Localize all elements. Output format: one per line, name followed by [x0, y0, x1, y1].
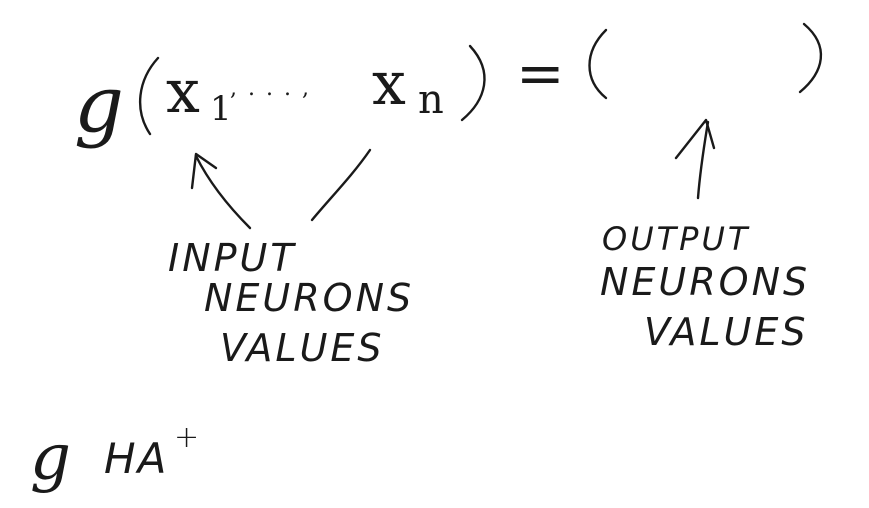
input-label-line2: NEURONS — [204, 276, 415, 320]
whiteboard-canvas: g x 1 , . . . , x n = INPUT NEURONS VALU… — [0, 0, 869, 508]
output-tuple-left-paren — [588, 28, 608, 100]
input-label-line1: INPUT — [168, 236, 297, 280]
output-label-line1: OUTPUT — [602, 220, 751, 258]
formula-right-paren — [460, 44, 486, 122]
input-arrow-right-shaft — [310, 148, 372, 222]
output-label-line2: NEURONS — [600, 260, 811, 304]
input-label-line3: VALUES — [220, 326, 385, 370]
output-tuple-right-paren — [798, 22, 822, 94]
output-label-line3: VALUES — [644, 310, 809, 354]
output-arrow-shaft — [696, 120, 710, 200]
output-arrow-head — [674, 118, 716, 160]
input-arrow-left-shaft — [194, 154, 252, 230]
footnote-text: HA — [104, 434, 169, 483]
footnote-superscript: + — [174, 420, 203, 455]
formula-left-paren — [138, 56, 160, 136]
footnote-symbol: g — [30, 421, 71, 495]
